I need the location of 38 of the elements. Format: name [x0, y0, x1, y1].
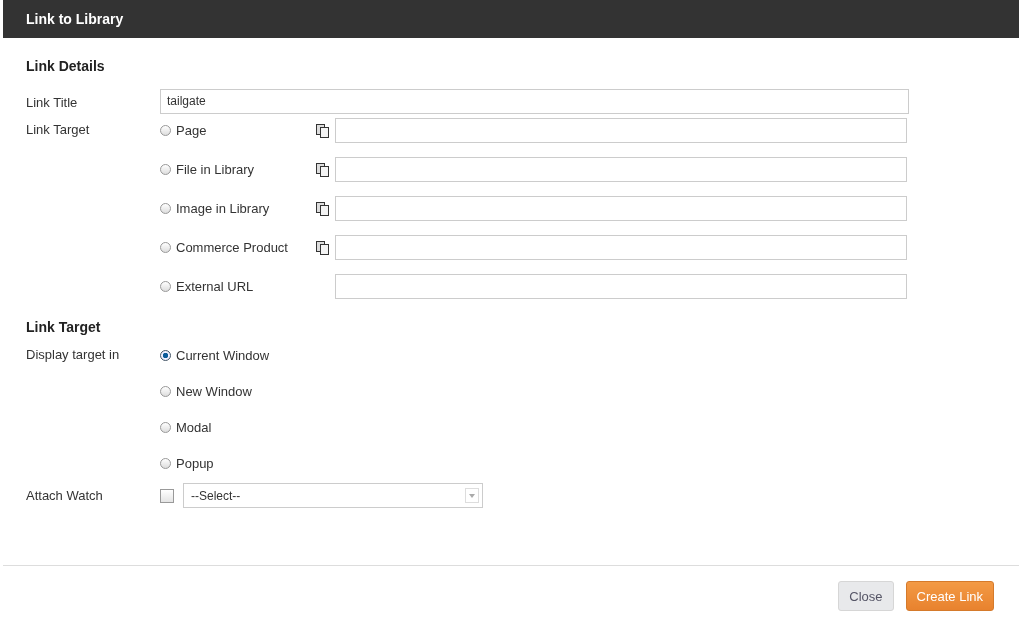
option-label: Page [176, 123, 208, 138]
link-title-field[interactable]: tailgate [160, 88, 909, 114]
radio-button[interactable] [160, 349, 171, 361]
radio-button[interactable] [160, 164, 171, 175]
copy-icon[interactable] [316, 162, 330, 177]
option-label: Popup [176, 455, 215, 471]
radio-button[interactable] [160, 421, 171, 433]
target-field[interactable] [335, 118, 907, 143]
checkbox[interactable] [160, 488, 174, 503]
select-dropdown[interactable]: --Select-- [183, 483, 483, 508]
close-button[interactable]: Close [838, 581, 894, 611]
option-label: Commerce Product [176, 240, 289, 255]
field-label: Link Target [26, 122, 91, 137]
radio-button[interactable] [160, 281, 171, 292]
copy-icon[interactable] [316, 123, 330, 138]
section-heading: Link Details [26, 58, 106, 76]
option-label: Image in Library [176, 201, 271, 216]
field-label: Attach Watch [26, 488, 104, 503]
target-field[interactable] [335, 196, 907, 221]
option-label: External URL [176, 279, 255, 294]
option-label: Modal [176, 419, 213, 435]
option-label: File in Library [176, 162, 256, 177]
copy-icon[interactable] [316, 201, 330, 216]
radio-button[interactable] [160, 242, 171, 253]
target-field[interactable] [335, 235, 907, 260]
option-label: Current Window [176, 347, 271, 363]
radio-button[interactable] [160, 125, 171, 136]
section-heading: Link Target [26, 319, 102, 337]
radio-button[interactable] [160, 385, 171, 397]
radio-button[interactable] [160, 203, 171, 214]
field-label: Link Title [26, 94, 79, 110]
field-label: Display target in [26, 347, 121, 362]
option-label: New Window [176, 383, 253, 399]
target-field[interactable] [335, 157, 907, 182]
window-title: Link to Library [26, 11, 124, 27]
copy-icon[interactable] [316, 240, 330, 255]
url-field[interactable] [335, 274, 907, 299]
radio-button[interactable] [160, 457, 171, 469]
